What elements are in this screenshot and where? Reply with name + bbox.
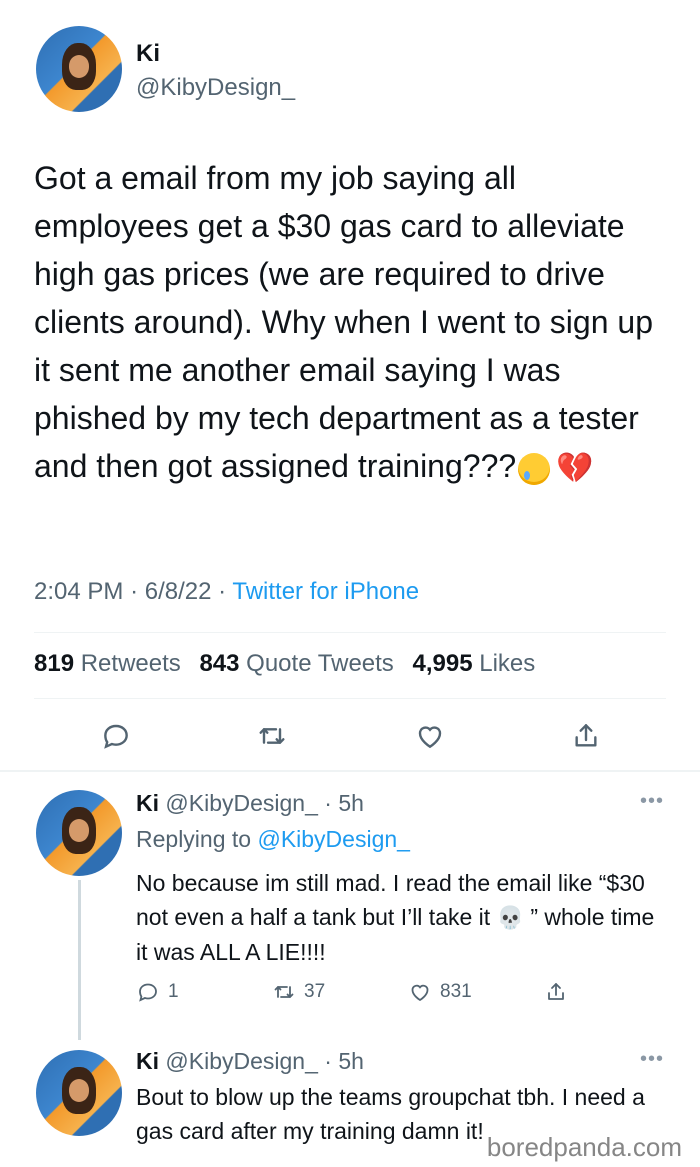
share-icon[interactable] xyxy=(568,718,604,754)
reply-time[interactable]: 5h xyxy=(338,790,364,816)
like-button[interactable]: 831 xyxy=(408,980,472,1004)
divider xyxy=(34,632,666,633)
display-name[interactable]: Ki xyxy=(136,1048,159,1074)
like-count: 831 xyxy=(440,981,472,1002)
reply-header: Ki @KibyDesign_ · 5h xyxy=(136,790,364,817)
tweet-meta: 2:04 PM · 6/8/22 · Twitter for iPhone xyxy=(34,578,419,606)
avatar[interactable] xyxy=(36,790,122,876)
username[interactable]: @KibyDesign_ xyxy=(165,1048,317,1074)
replying-to-handle[interactable]: @KibyDesign_ xyxy=(257,826,409,852)
retweet-count: 37 xyxy=(304,981,326,1002)
retweet-button[interactable]: 37 xyxy=(272,980,325,1004)
like-icon[interactable] xyxy=(412,718,448,754)
avatar[interactable] xyxy=(36,1050,122,1136)
engagement-stats: 819 Retweets 843 Quote Tweets 4,995 Like… xyxy=(34,650,535,678)
avatar[interactable] xyxy=(36,26,122,112)
meta-separator: · xyxy=(130,578,145,605)
replying-to: Replying to @KibyDesign_ xyxy=(136,826,410,852)
reply-tweet[interactable]: Ki @KibyDesign_ · 5h ••• Replying to @Ki… xyxy=(0,772,700,1040)
meta-separator: · xyxy=(324,1048,339,1074)
username[interactable]: @KibyDesign_ xyxy=(136,74,295,102)
more-icon[interactable]: ••• xyxy=(640,790,664,813)
reply-time[interactable]: 5h xyxy=(338,1048,364,1074)
main-tweet: Ki @KibyDesign_ Got a email from my job … xyxy=(0,0,700,770)
broken-heart-emoji: 💔 xyxy=(556,451,594,485)
quote-tweets-stat[interactable]: 843 Quote Tweets xyxy=(199,650,393,677)
tweet-text: Got a email from my job saying all emplo… xyxy=(34,154,674,490)
meta-separator: · xyxy=(218,578,233,605)
meta-separator: · xyxy=(324,790,339,816)
divider xyxy=(34,698,666,699)
crying-face-emoji xyxy=(518,452,551,485)
display-name[interactable]: Ki xyxy=(136,40,160,68)
tweet-text-body: Got a email from my job saying all emplo… xyxy=(34,160,662,484)
reply-icon xyxy=(139,983,157,1002)
watermark: boredpanda.com xyxy=(486,1132,682,1162)
more-icon[interactable]: ••• xyxy=(640,1048,664,1071)
retweets-stat[interactable]: 819 Retweets xyxy=(34,650,181,677)
display-name[interactable]: Ki xyxy=(136,790,159,816)
reply-action-bar: 1 37 831 xyxy=(136,980,576,1010)
tweet-action-bar xyxy=(0,718,700,758)
like-icon xyxy=(411,984,429,1002)
username[interactable]: @KibyDesign_ xyxy=(165,790,317,816)
share-icon xyxy=(548,983,564,1000)
tweet-source[interactable]: Twitter for iPhone xyxy=(232,578,419,605)
likes-stat[interactable]: 4,995 Likes xyxy=(412,650,535,677)
reply-count: 1 xyxy=(168,981,179,1002)
reply-button[interactable]: 1 xyxy=(136,980,179,1004)
share-button[interactable] xyxy=(544,980,568,1004)
retweet-icon[interactable] xyxy=(254,718,290,754)
tweet-date[interactable]: 6/8/22 xyxy=(145,578,212,605)
thread-line xyxy=(78,880,81,1040)
retweet-icon xyxy=(274,986,294,998)
reply-text: No because im still mad. I read the emai… xyxy=(136,870,655,965)
reply-icon[interactable] xyxy=(98,718,134,754)
skull-emoji: 💀 xyxy=(496,905,524,930)
tweet-time[interactable]: 2:04 PM xyxy=(34,578,123,605)
reply-header: Ki @KibyDesign_ · 5h xyxy=(136,1048,364,1075)
